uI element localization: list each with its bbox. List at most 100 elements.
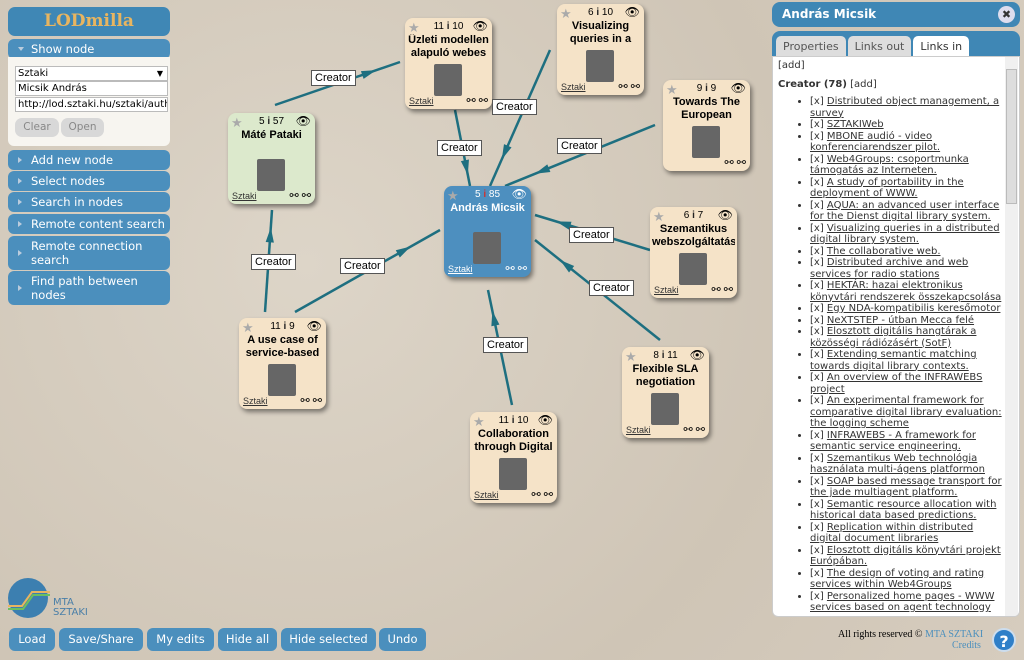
linked-resource[interactable]: The collaborative web. — [827, 246, 941, 257]
mta-sztaki-link[interactable]: MTA SZTAKI — [925, 629, 983, 640]
remove-link[interactable]: [x] — [810, 280, 824, 291]
remove-link[interactable]: [x] — [810, 453, 824, 464]
node-source-link[interactable]: Sztaki — [474, 490, 499, 500]
hide-all-button[interactable]: Hide all — [218, 628, 277, 651]
remove-link[interactable]: [x] — [810, 545, 824, 556]
linked-resource[interactable]: MBONE audió - video konferenciarendszer … — [810, 131, 940, 154]
node-source-link[interactable]: Sztaki — [626, 425, 651, 435]
unlink-icon[interactable]: ⚯ ⚯ — [712, 283, 734, 296]
remove-link[interactable]: [x] — [810, 430, 824, 441]
linked-resource[interactable]: Semantic resource allocation with histor… — [810, 499, 996, 522]
linked-resource[interactable]: Elosztott digitális könyvtári projekt Eu… — [810, 545, 1001, 568]
graph-node[interactable]: ★ 6 i 7 👁 Szemantikus webszolgáltatás Sz… — [650, 207, 737, 298]
unlink-icon[interactable]: ⚯ ⚯ — [467, 94, 489, 107]
remove-link[interactable]: [x] — [810, 591, 824, 602]
remove-link[interactable]: [x] — [810, 476, 824, 487]
remove-link[interactable]: [x] — [810, 349, 824, 360]
remove-link[interactable]: [x] — [810, 177, 824, 188]
graph-node[interactable]: ★ 9 i 9 👁 Towards The European ⚯ ⚯ — [663, 80, 750, 171]
linked-resource[interactable]: Egy NDA-kompatibilis keresőmotor — [827, 303, 1001, 314]
linked-resource[interactable]: Distributed archive and web services for… — [810, 257, 968, 280]
remove-link[interactable]: [x] — [810, 315, 824, 326]
eye-icon[interactable]: 👁 — [731, 81, 746, 95]
eye-icon[interactable]: 👁 — [690, 348, 705, 362]
linked-resource[interactable]: INFRAWEBS - A framework for semantic ser… — [810, 430, 976, 453]
remove-link[interactable]: [x] — [810, 568, 824, 579]
remove-link[interactable]: [x] — [810, 257, 824, 268]
remove-link[interactable]: [x] — [810, 499, 824, 510]
linked-resource[interactable]: Elosztott digitális hangtárak a közösség… — [810, 326, 976, 349]
eye-icon[interactable]: 👁 — [512, 187, 527, 201]
remove-link[interactable]: [x] — [810, 96, 824, 107]
eye-icon[interactable]: 👁 — [718, 208, 733, 222]
node-source-link[interactable]: Sztaki — [654, 285, 679, 295]
unlink-icon[interactable]: ⚯ ⚯ — [290, 189, 312, 202]
hide-selected-button[interactable]: Hide selected — [281, 628, 376, 651]
edge-label[interactable]: Creator — [311, 70, 356, 86]
linked-resource[interactable]: Web4Groups: csoportmunka támogatás az In… — [810, 154, 969, 177]
remove-link[interactable]: [x] — [810, 131, 824, 142]
linked-resource[interactable]: An overview of the INFRAWEBS project — [810, 372, 982, 395]
linked-resource[interactable]: Personalized home pages - WWW services b… — [810, 591, 994, 614]
graph-node[interactable]: ★ 11 i 9 👁 A use case of service-based S… — [239, 318, 326, 409]
credits-link[interactable]: Credits — [952, 640, 981, 651]
linked-resource[interactable]: An experimental framework for comparativ… — [810, 395, 1002, 429]
linked-resource[interactable]: NeXTSTEP - útban Mecca felé — [827, 315, 974, 326]
remove-link[interactable]: [x] — [810, 522, 824, 533]
edge-label[interactable]: Creator — [589, 280, 634, 296]
edge-label[interactable]: Creator — [437, 140, 482, 156]
unlink-icon[interactable]: ⚯ ⚯ — [301, 394, 323, 407]
tab-links-out[interactable]: Links out — [847, 36, 912, 57]
linked-resource[interactable]: The design of voting and rating services… — [810, 568, 984, 591]
eye-icon[interactable]: 👁 — [307, 319, 322, 333]
group-add-link[interactable]: [add] — [850, 79, 877, 90]
eye-icon[interactable]: 👁 — [473, 19, 488, 33]
my-edits-button[interactable]: My edits — [147, 628, 214, 651]
graph-node[interactable]: ★ 11 i 10 👁 Üzleti modellen alapuló webe… — [405, 18, 492, 109]
remove-link[interactable]: [x] — [810, 119, 824, 130]
add-link[interactable]: [add] — [778, 60, 1003, 71]
edge-label[interactable]: Creator — [340, 258, 385, 274]
remove-link[interactable]: [x] — [810, 154, 824, 165]
remove-link[interactable]: [x] — [810, 326, 824, 337]
remove-link[interactable]: [x] — [810, 395, 824, 406]
load-button[interactable]: Load — [9, 628, 55, 651]
linked-resource[interactable]: Replication within distributed digital d… — [810, 522, 973, 545]
graph-node[interactable]: ★ 11 i 10 👁 Collaboration through Digita… — [470, 412, 557, 503]
close-icon[interactable]: ✖ — [998, 6, 1015, 23]
node-source-link[interactable]: Sztaki — [243, 396, 268, 406]
edge-label[interactable]: Creator — [492, 99, 537, 115]
unlink-icon[interactable]: ⚯ ⚯ — [725, 156, 747, 169]
linked-resource[interactable]: Visualizing queries in a distributed dig… — [810, 223, 1000, 246]
graph-node[interactable]: ★ 8 i 11 👁 Flexible SLA negotiation Szta… — [622, 347, 709, 438]
undo-button[interactable]: Undo — [379, 628, 426, 651]
eye-icon[interactable]: 👁 — [538, 413, 553, 427]
remove-link[interactable]: [x] — [810, 246, 824, 257]
node-source-link[interactable]: Sztaki — [409, 96, 434, 106]
edge-label[interactable]: Creator — [557, 138, 602, 154]
linked-resource[interactable]: Extending semantic matching towards digi… — [810, 349, 977, 372]
save-share-button[interactable]: Save/Share — [59, 628, 143, 651]
scrollbar[interactable] — [1005, 57, 1018, 616]
linked-resource[interactable]: SOAP based message transport for the jad… — [810, 476, 1002, 499]
remove-link[interactable]: [x] — [810, 200, 824, 211]
node-source-link[interactable]: Sztaki — [232, 191, 257, 201]
linked-resource[interactable]: A study of portability in the deployment… — [810, 177, 964, 200]
unlink-icon[interactable]: ⚯ ⚯ — [684, 423, 706, 436]
remove-link[interactable]: [x] — [810, 372, 824, 383]
edge-label[interactable]: Creator — [569, 227, 614, 243]
graph-node[interactable]: ★ 5 i 85 👁 András Micsik Sztaki ⚯ ⚯ — [444, 186, 531, 277]
linked-resource[interactable]: SZTAKIWeb — [827, 119, 884, 130]
tab-properties[interactable]: Properties — [776, 36, 846, 57]
edge-label[interactable]: Creator — [251, 254, 296, 270]
node-source-link[interactable]: Sztaki — [561, 82, 586, 92]
tab-links-in[interactable]: Links in — [913, 36, 970, 57]
linked-resource[interactable]: Szemantikus Web technológia használata m… — [810, 453, 985, 476]
linked-resource[interactable]: AQUA: an advanced user interface for the… — [810, 200, 999, 223]
linked-resource[interactable]: HEKTÁR: hazai elektronikus könyvtári ren… — [810, 280, 1001, 303]
unlink-icon[interactable]: ⚯ ⚯ — [506, 262, 528, 275]
remove-link[interactable]: [x] — [810, 303, 824, 314]
unlink-icon[interactable]: ⚯ ⚯ — [619, 80, 641, 93]
graph-node[interactable]: ★ 6 i 10 👁 Visualizing queries in a Szta… — [557, 4, 644, 95]
remove-link[interactable]: [x] — [810, 223, 824, 234]
